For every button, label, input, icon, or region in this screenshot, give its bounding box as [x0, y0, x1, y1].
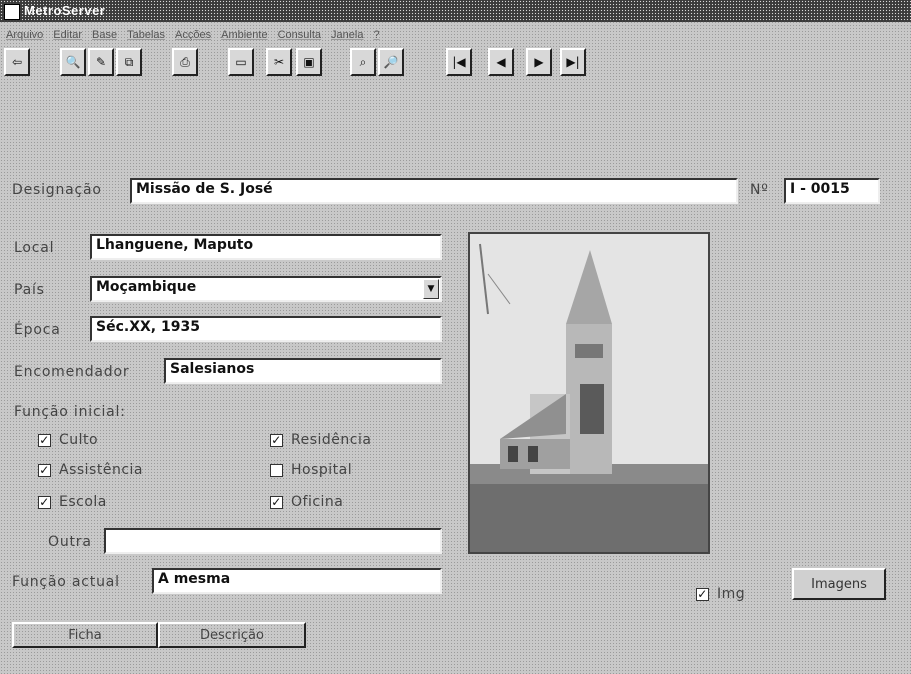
print-button[interactable]: ⎙ — [172, 48, 198, 76]
checkbox-escola[interactable]: ✓ Escola — [38, 494, 107, 510]
window-title: MetroServer — [24, 3, 106, 18]
checkbox-hospital[interactable]: Hospital — [270, 462, 352, 478]
checkbox-culto-box[interactable]: ✓ — [38, 433, 51, 447]
save-icon: ▣ — [303, 55, 315, 69]
menu-bar: Arquivo Editar Base Tabelas Acções Ambie… — [0, 24, 911, 46]
menu-editar[interactable]: Editar — [53, 24, 82, 46]
encomendador-input[interactable]: Salesianos — [164, 358, 442, 384]
first-record-button[interactable]: |◀ — [446, 48, 472, 76]
find-icon: ⌕ — [359, 54, 367, 69]
building-photo — [468, 232, 710, 554]
edit-icon: ✎ — [95, 55, 107, 69]
preview-icon: 🔍 — [65, 55, 81, 69]
imagens-button[interactable]: Imagens — [792, 568, 886, 600]
funcao-actual-label: Função actual — [12, 574, 120, 590]
checkbox-oficina[interactable]: ✓ Oficina — [270, 494, 343, 510]
pais-select[interactable]: Moçambique ▼ — [90, 276, 442, 302]
pais-value: Moçambique — [96, 279, 197, 295]
save-button[interactable]: ▣ — [296, 48, 322, 76]
checkbox-oficina-label: Oficina — [291, 494, 344, 510]
edit-button[interactable]: ✎ — [88, 48, 114, 76]
menu-help[interactable]: ? — [373, 24, 379, 46]
copy-icon: ⧉ — [124, 54, 134, 69]
img-checkbox[interactable]: ✓ Img — [696, 586, 745, 602]
cut-icon: ✂ — [273, 55, 285, 69]
local-label: Local — [14, 240, 55, 256]
checkbox-escola-box[interactable]: ✓ — [38, 495, 51, 509]
checkbox-escola-label: Escola — [59, 494, 107, 510]
epoca-input[interactable]: Séc.XX, 1935 — [90, 316, 442, 342]
checkbox-residencia-box[interactable]: ✓ — [270, 433, 283, 447]
outra-input[interactable] — [104, 528, 442, 554]
new-record-icon: ▭ — [235, 55, 247, 69]
tab-descricao[interactable]: Descrição — [158, 622, 306, 648]
zoom-button[interactable]: 🔎 — [378, 48, 404, 76]
checkbox-oficina-box[interactable]: ✓ — [270, 495, 283, 509]
local-input[interactable]: Lhanguene, Maputo — [90, 234, 442, 260]
checkbox-residencia-label: Residência — [291, 432, 372, 448]
previous-record-button[interactable]: ◀ — [488, 48, 514, 76]
tab-ficha[interactable]: Ficha — [12, 622, 158, 648]
previous-record-icon: ◀ — [496, 55, 506, 69]
checkbox-culto-label: Culto — [59, 432, 99, 448]
checkbox-residencia[interactable]: ✓ Residência — [270, 432, 371, 448]
exit-button[interactable]: ⇦ — [4, 48, 30, 76]
title-bar: MetroServer — [0, 0, 911, 22]
menu-janela[interactable]: Janela — [331, 24, 363, 46]
checkbox-assistencia-box[interactable]: ✓ — [38, 463, 51, 477]
encomendador-label: Encomendador — [14, 364, 130, 380]
menu-consulta[interactable]: Consulta — [278, 24, 321, 46]
menu-base[interactable]: Base — [92, 24, 117, 46]
find-button[interactable]: ⌕ — [350, 48, 376, 76]
checkbox-hospital-box[interactable] — [270, 463, 283, 477]
chevron-down-icon[interactable]: ▼ — [423, 279, 439, 299]
designacao-label: Designação — [12, 182, 102, 198]
funcao-actual-input[interactable]: A mesma — [152, 568, 442, 594]
numero-input[interactable]: I - 0015 — [784, 178, 880, 204]
next-record-icon: ▶ — [534, 55, 544, 69]
pais-label: País — [14, 282, 45, 298]
menu-arquivo[interactable]: Arquivo — [6, 24, 43, 46]
img-checkbox-box[interactable]: ✓ — [696, 587, 709, 601]
cut-button[interactable]: ✂ — [266, 48, 292, 76]
designacao-input[interactable]: Missão de S. José — [130, 178, 738, 204]
checkbox-assistencia[interactable]: ✓ Assistência — [38, 462, 143, 478]
preview-button[interactable]: 🔍 — [60, 48, 86, 76]
first-record-icon: |◀ — [452, 55, 466, 69]
menu-accoes[interactable]: Acções — [175, 24, 211, 46]
zoom-icon: 🔎 — [383, 55, 399, 69]
epoca-label: Época — [14, 322, 61, 338]
copy-button[interactable]: ⧉ — [116, 48, 142, 76]
print-icon: ⎙ — [180, 54, 190, 69]
last-record-button[interactable]: ▶| — [560, 48, 586, 76]
last-record-icon: ▶| — [566, 55, 580, 69]
numero-label: Nº — [750, 182, 769, 198]
exit-icon: ⇦ — [11, 55, 23, 69]
new-record-button[interactable]: ▭ — [228, 48, 254, 76]
toolbar: ⇦ 🔍 ✎ ⧉ ⎙ ▭ ✂ ▣ ⌕ 🔎 |◀ ◀ ▶ ▶| — [4, 48, 704, 80]
img-checkbox-label: Img — [717, 586, 746, 602]
checkbox-culto[interactable]: ✓ Culto — [38, 432, 98, 448]
menu-tabelas[interactable]: Tabelas — [127, 24, 165, 46]
outra-label: Outra — [48, 534, 92, 550]
church-image — [470, 234, 708, 552]
checkbox-hospital-label: Hospital — [291, 462, 353, 478]
app-icon[interactable] — [4, 4, 20, 20]
menu-ambiente[interactable]: Ambiente — [221, 24, 267, 46]
checkbox-assistencia-label: Assistência — [59, 462, 143, 478]
funcao-inicial-label: Função inicial: — [14, 404, 126, 420]
next-record-button[interactable]: ▶ — [526, 48, 552, 76]
